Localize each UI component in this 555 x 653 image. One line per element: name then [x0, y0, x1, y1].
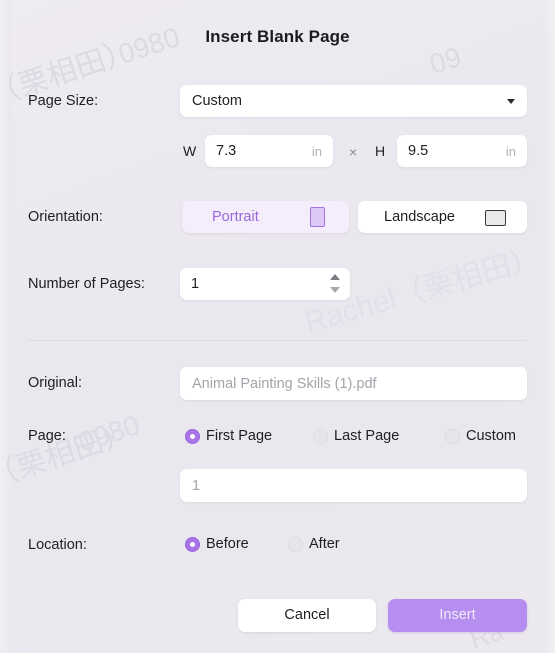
stepper-arrows[interactable] — [329, 273, 341, 295]
height-unit-label: in — [505, 144, 516, 159]
page-size-value: Custom — [192, 93, 242, 109]
watermark-text: 0980 — [74, 409, 144, 458]
radio-before[interactable] — [185, 537, 200, 552]
radio-first-page[interactable] — [185, 429, 200, 444]
number-of-pages-stepper[interactable]: 1 — [180, 268, 350, 300]
radio-first-page-label[interactable]: First Page — [206, 428, 272, 444]
orientation-landscape-label: Landscape — [384, 209, 455, 225]
cancel-button[interactable]: Cancel — [238, 599, 376, 632]
chevron-down-icon — [507, 99, 515, 104]
watermark-text: （栗相田） — [0, 416, 137, 495]
width-prefix-label: W — [183, 143, 197, 159]
insert-button[interactable]: Insert — [388, 599, 527, 632]
width-unit-label: in — [311, 144, 322, 159]
height-input[interactable]: 9.5 in — [397, 135, 527, 167]
radio-last-page-label[interactable]: Last Page — [334, 428, 399, 444]
radio-custom-page[interactable] — [445, 429, 460, 444]
radio-custom-page-label[interactable]: Custom — [466, 428, 516, 444]
radio-last-page[interactable] — [313, 429, 328, 444]
radio-before-label[interactable]: Before — [206, 536, 249, 552]
panel-left-edge — [0, 0, 12, 653]
landscape-rectangle-icon — [485, 210, 506, 226]
custom-page-input[interactable]: 1 — [180, 469, 527, 502]
location-label: Location: — [28, 537, 87, 553]
page-size-label: Page Size: — [28, 93, 99, 109]
number-of-pages-label: Number of Pages: — [28, 276, 145, 292]
page-size-dropdown[interactable]: Custom — [180, 85, 527, 117]
dialog-title: Insert Blank Page — [205, 27, 350, 46]
dimension-separator: × — [349, 144, 358, 160]
width-value: 7.3 — [216, 143, 237, 159]
original-file-value: Animal Painting Skills (1).pdf — [192, 376, 377, 392]
radio-after[interactable] — [288, 537, 303, 552]
height-value: 9.5 — [408, 143, 429, 159]
panel-right-edge — [545, 0, 555, 653]
orientation-portrait-label: Portrait — [212, 209, 259, 225]
section-divider — [28, 340, 527, 341]
orientation-label: Orientation: — [28, 209, 103, 225]
height-prefix-label: H — [375, 143, 386, 159]
triangle-up-icon[interactable] — [330, 274, 340, 280]
custom-page-value: 1 — [192, 478, 201, 494]
original-label: Original: — [28, 375, 82, 391]
width-input[interactable]: 7.3 in — [205, 135, 333, 167]
orientation-landscape-button[interactable]: Landscape — [358, 201, 527, 233]
original-file-input[interactable]: Animal Painting Skills (1).pdf — [180, 367, 527, 400]
triangle-down-icon[interactable] — [330, 287, 340, 293]
number-of-pages-value: 1 — [191, 276, 200, 292]
page-label: Page: — [28, 428, 66, 444]
orientation-portrait-button[interactable]: Portrait — [182, 201, 349, 233]
insert-blank-page-dialog: （栗相田） 0980 09 Rachel（栗相田） （栗相田） 0980 Ra … — [0, 0, 555, 653]
portrait-rectangle-icon — [310, 207, 325, 227]
radio-after-label[interactable]: After — [309, 536, 340, 552]
